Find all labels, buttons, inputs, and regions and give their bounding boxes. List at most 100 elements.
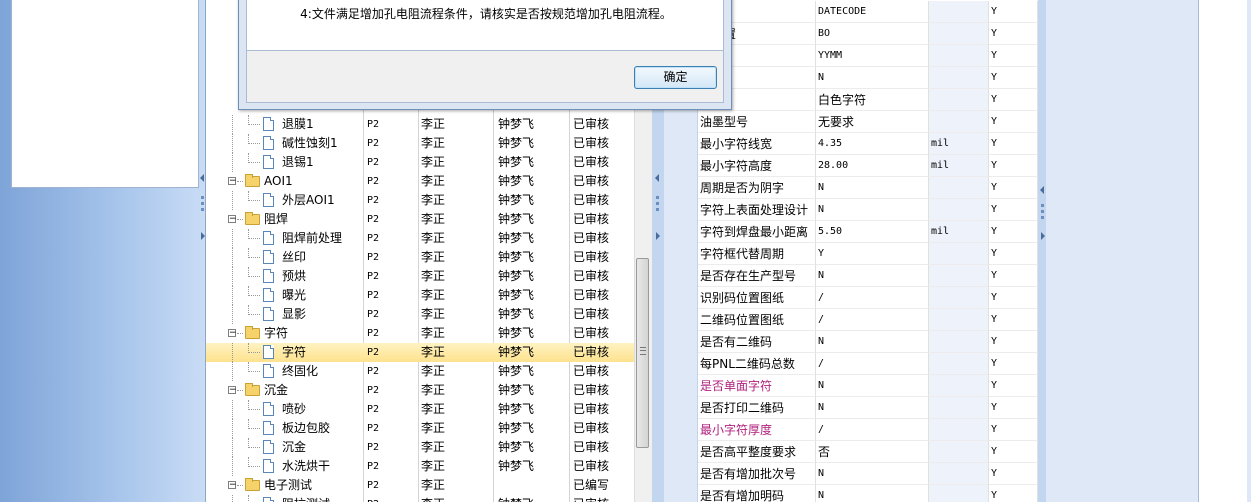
tree-node[interactable]: − 字符 bbox=[206, 324, 364, 343]
arrow-left-icon[interactable] bbox=[200, 174, 204, 182]
tree-row[interactable]: 阻焊前处理 P2 李正 钟梦飞 已审核 bbox=[206, 229, 651, 248]
property-row[interactable]: 是否打印二维码 N Y bbox=[664, 397, 1038, 419]
property-value[interactable]: YYMM bbox=[816, 45, 929, 67]
property-value[interactable]: N bbox=[816, 397, 929, 419]
tree-row[interactable]: 沉金 P2 李正 钟梦飞 已审核 bbox=[206, 438, 651, 457]
property-row[interactable]: 最小字符线宽 4.35 mil Y bbox=[664, 133, 1038, 155]
collapse-icon[interactable]: − bbox=[228, 329, 237, 338]
tree-node[interactable]: − AOI1 bbox=[206, 172, 364, 191]
tree-node[interactable]: 外层AOI1 bbox=[206, 191, 364, 210]
left-list-area[interactable] bbox=[11, 0, 199, 188]
property-row[interactable]: 最小字符厚度 / Y bbox=[664, 419, 1038, 441]
tree-node[interactable]: − 沉金 bbox=[206, 381, 364, 400]
property-value[interactable]: N bbox=[816, 199, 929, 221]
property-value[interactable]: 白色字符 bbox=[816, 89, 929, 111]
property-value[interactable]: 5.50 bbox=[816, 221, 929, 243]
property-row[interactable]: 是否有增加明码 N Y bbox=[664, 485, 1038, 502]
tree-row[interactable]: 显影 P2 李正 钟梦飞 已审核 bbox=[206, 305, 651, 324]
tree-row[interactable]: 曝光 P2 李正 钟梦飞 已审核 bbox=[206, 286, 651, 305]
property-row[interactable]: 二维码位置图纸 / Y bbox=[664, 309, 1038, 331]
collapse-icon[interactable]: − bbox=[228, 386, 237, 395]
tree-row[interactable]: − 电子测试 P2 李正 已编写 bbox=[206, 476, 651, 495]
tree-row[interactable]: 外层AOI1 P2 李正 钟梦飞 已审核 bbox=[206, 191, 651, 210]
right-list-area[interactable] bbox=[1198, 0, 1247, 502]
tree-node[interactable]: 终固化 bbox=[206, 362, 364, 381]
tree-row[interactable]: 喷砂 P2 李正 钟梦飞 已审核 bbox=[206, 400, 651, 419]
tree-node[interactable]: 退膜1 bbox=[206, 115, 364, 134]
tree-node[interactable]: 曝光 bbox=[206, 286, 364, 305]
property-value[interactable]: N bbox=[816, 331, 929, 353]
property-value[interactable]: N bbox=[816, 265, 929, 287]
tree-node[interactable]: 阻抗测试 bbox=[206, 495, 364, 502]
property-row[interactable]: 是否存在生产型号 N Y bbox=[664, 265, 1038, 287]
collapse-icon[interactable]: − bbox=[228, 481, 237, 490]
property-row[interactable]: 每PNL二维码总数 / Y bbox=[664, 353, 1038, 375]
tree-row[interactable]: 阻抗测试 P2李正钟梦飞已审核 bbox=[206, 495, 651, 502]
tree-node[interactable]: 退锡1 bbox=[206, 153, 364, 172]
property-value[interactable]: / bbox=[816, 353, 929, 375]
property-row[interactable]: 是否单面字符 N Y bbox=[664, 375, 1038, 397]
property-value[interactable]: 4.35 bbox=[816, 133, 929, 155]
tree-row[interactable]: 终固化 P2 李正 钟梦飞 已审核 bbox=[206, 362, 651, 381]
property-value[interactable]: 28.00 bbox=[816, 155, 929, 177]
property-value[interactable]: 否 bbox=[816, 441, 929, 463]
tree-row[interactable]: − 沉金 P2 李正 钟梦飞 已审核 bbox=[206, 381, 651, 400]
tree-row[interactable]: 板边包胶 P2 李正 钟梦飞 已审核 bbox=[206, 419, 651, 438]
property-value[interactable]: BO bbox=[816, 23, 929, 45]
tree-row[interactable]: − AOI1 P2 李正 钟梦飞 已审核 bbox=[206, 172, 651, 191]
property-value[interactable]: / bbox=[816, 309, 929, 331]
tree-row-selected[interactable]: 字符 P2 李正 钟梦飞 已审核 bbox=[206, 343, 651, 362]
splitter-right[interactable] bbox=[1038, 0, 1046, 502]
collapse-icon[interactable]: − bbox=[228, 177, 237, 186]
property-value[interactable]: / bbox=[816, 419, 929, 441]
tree-row[interactable]: 碱性蚀刻1 P2 李正 钟梦飞 已审核 bbox=[206, 134, 651, 153]
property-value[interactable]: / bbox=[816, 287, 929, 309]
tree-node[interactable]: 沉金 bbox=[206, 438, 364, 457]
property-row[interactable]: 是否有增加批次号 N Y bbox=[664, 463, 1038, 485]
tree-node[interactable]: 丝印 bbox=[206, 248, 364, 267]
tree-node[interactable]: − 阻焊 bbox=[206, 210, 364, 229]
property-value[interactable]: 无要求 bbox=[816, 111, 929, 133]
tree-node[interactable]: − 电子测试 bbox=[206, 476, 364, 495]
tree-node[interactable]: 字符 bbox=[206, 343, 364, 362]
tree-node[interactable]: 阻焊前处理 bbox=[206, 229, 364, 248]
property-row[interactable]: 是否高平整度要求否 Y bbox=[664, 441, 1038, 463]
arrow-right-icon[interactable] bbox=[1041, 232, 1045, 240]
tree-node[interactable]: 板边包胶 bbox=[206, 419, 364, 438]
property-value[interactable]: N bbox=[816, 485, 929, 502]
tree-node[interactable]: 水洗烘干 bbox=[206, 457, 364, 476]
property-row[interactable]: 油墨型号 无要求 Y bbox=[664, 111, 1038, 133]
property-row[interactable]: 字符框代替周期 Y Y bbox=[664, 243, 1038, 265]
tree-node[interactable]: 预烘 bbox=[206, 267, 364, 286]
tree-node[interactable]: 碱性蚀刻1 bbox=[206, 134, 364, 153]
tree-row[interactable]: − 阻焊 P2 李正 钟梦飞 已审核 bbox=[206, 210, 651, 229]
arrow-left-icon[interactable] bbox=[1040, 186, 1044, 194]
property-value[interactable]: N bbox=[816, 375, 929, 397]
arrow-left-icon[interactable] bbox=[655, 174, 659, 182]
tree-row[interactable]: 丝印 P2 李正 钟梦飞 已审核 bbox=[206, 248, 651, 267]
tree-row[interactable]: 水洗烘干 P2 李正 钟梦飞 已审核 bbox=[206, 457, 651, 476]
tree-row[interactable]: − 字符 P2 李正 钟梦飞 已审核 bbox=[206, 324, 651, 343]
property-row[interactable]: 周期是否为阴字 N Y bbox=[664, 177, 1038, 199]
property-row[interactable]: 字符到焊盘最小距离 5.50 mil Y bbox=[664, 221, 1038, 243]
splitter-left[interactable] bbox=[199, 0, 205, 502]
property-value[interactable]: N bbox=[816, 463, 929, 485]
property-value[interactable]: N bbox=[816, 67, 929, 89]
tree-row[interactable]: 退锡1 P2 李正 钟梦飞 已审核 bbox=[206, 153, 651, 172]
property-row[interactable]: 识别码位置图纸 / Y bbox=[664, 287, 1038, 309]
tree-node[interactable]: 显影 bbox=[206, 305, 364, 324]
property-value[interactable]: Y bbox=[816, 243, 929, 265]
property-row[interactable]: 最小字符高度 28.00 mil Y bbox=[664, 155, 1038, 177]
tree-scrollbar-thumb[interactable] bbox=[636, 258, 649, 448]
arrow-right-icon[interactable] bbox=[201, 232, 205, 240]
ok-button[interactable]: 确定 bbox=[634, 66, 717, 89]
tree-row[interactable]: 退膜1 P2 李正 钟梦飞 已审核 bbox=[206, 115, 651, 134]
property-row[interactable]: 是否有二维码 N Y bbox=[664, 331, 1038, 353]
arrow-right-icon[interactable] bbox=[656, 232, 660, 240]
tree-node[interactable]: 喷砂 bbox=[206, 400, 364, 419]
property-value[interactable]: DATECODE bbox=[816, 1, 929, 23]
collapse-icon[interactable]: − bbox=[228, 215, 237, 224]
property-row[interactable]: 字符上表面处理设计 N Y bbox=[664, 199, 1038, 221]
property-value[interactable]: N bbox=[816, 177, 929, 199]
tree-row[interactable]: 预烘 P2 李正 钟梦飞 已审核 bbox=[206, 267, 651, 286]
